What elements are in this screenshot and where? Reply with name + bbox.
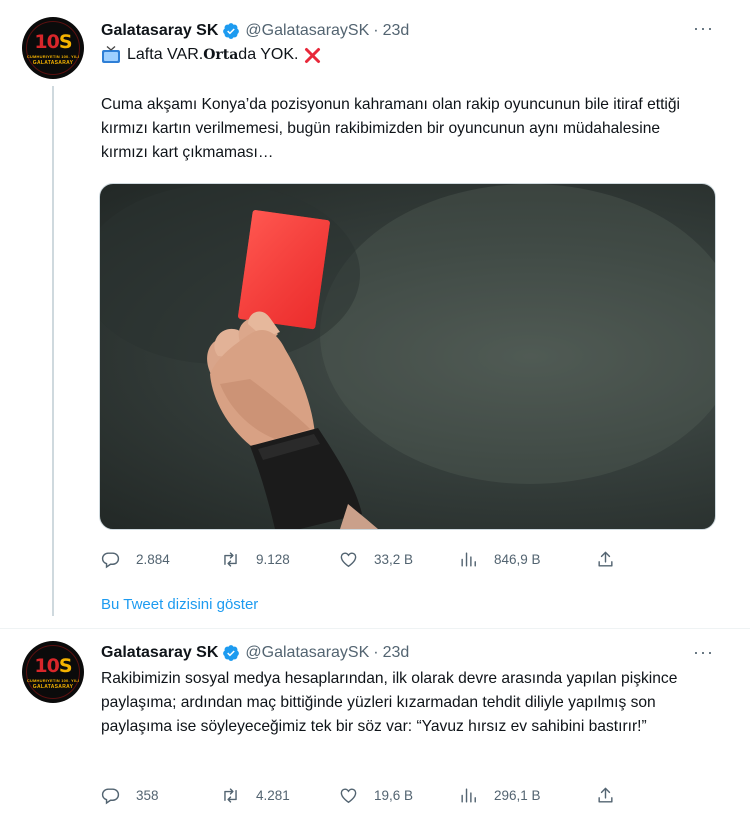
avatar-caption-1: CUMHURIYETIN 100. YILI (26, 54, 80, 59)
retweet-count: 9.128 (256, 551, 290, 567)
separator-dot: · (373, 644, 379, 661)
like-button[interactable]: 19,6 B (339, 784, 413, 806)
share-button[interactable] (596, 784, 631, 806)
red-x-icon (305, 47, 321, 63)
headline-part-2: Orta (203, 47, 239, 63)
views-icon (461, 551, 476, 567)
tweet-header: Galatasaray SK @GalatasaraySK · 23d (101, 641, 409, 665)
tweet-headline: Lafta VAR. Orta da YOK. (101, 46, 321, 64)
reply-count: 2.884 (136, 551, 170, 567)
tweet-2[interactable]: 10S CUMHURIYETIN 100. YILI GALATASARAY G… (0, 630, 750, 827)
tweet-time[interactable]: 23d (383, 22, 410, 40)
avatar[interactable]: 10S CUMHURIYETIN 100. YILI GALATASARAY (22, 17, 84, 79)
reply-button[interactable]: 2.884 (101, 548, 170, 570)
verified-badge-icon (223, 23, 240, 39)
verified-badge-icon (223, 645, 240, 661)
retweet-button[interactable]: 9.128 (221, 548, 290, 570)
tweet-text: Rakibimizin sosyal medya hesaplarından, … (101, 670, 678, 735)
tweet-1[interactable]: 10S CUMHURIYETIN 100. YILI GALATASARAY G… (0, 0, 750, 590)
avatar-caption-2: GALATASARAY (32, 60, 74, 66)
reply-icon (101, 787, 120, 804)
like-icon (340, 551, 357, 567)
avatar-caption-1: CUMHURIYETIN 100. YILI (26, 678, 80, 683)
more-icon[interactable]: ··· (693, 642, 714, 663)
tweet-image[interactable] (99, 183, 716, 530)
avatar[interactable]: 10S CUMHURIYETIN 100. YILI GALATASARAY (22, 641, 84, 703)
tweet-text: Cuma akşamı Konya’da pozisyonun kahraman… (101, 96, 681, 161)
reply-button[interactable]: 358 (101, 784, 159, 806)
headline-part-3: da YOK. (238, 46, 299, 63)
thread-connector-line (52, 86, 54, 616)
tv-icon (102, 46, 120, 63)
like-count: 19,6 B (374, 787, 414, 803)
like-button[interactable]: 33,2 B (339, 548, 413, 570)
author-handle[interactable]: @GalatasaraySK (245, 22, 369, 40)
headline-part-1: Lafta VAR. (127, 46, 204, 63)
retweet-icon (224, 787, 237, 803)
like-count: 33,2 B (374, 551, 414, 567)
share-button[interactable] (596, 548, 631, 570)
views-button[interactable]: 846,9 B (459, 548, 541, 570)
tweet-header: Galatasaray SK @GalatasaraySK · 23d (101, 19, 409, 43)
retweet-count: 4.281 (256, 787, 290, 803)
avatar-logo-number: 10S (34, 655, 72, 677)
author-handle[interactable]: @GalatasaraySK (245, 644, 369, 662)
views-count: 846,9 B (494, 551, 541, 567)
author-name[interactable]: Galatasaray SK (101, 22, 218, 40)
avatar-logo-number: 10S (34, 31, 72, 53)
retweet-button[interactable]: 4.281 (221, 784, 290, 806)
referee-red-card-image (100, 184, 715, 529)
tweet-time[interactable]: 23d (383, 644, 410, 662)
views-button[interactable]: 296,1 B (459, 784, 541, 806)
retweet-icon (224, 551, 237, 567)
show-thread-link[interactable]: Bu Tweet dizisini göster (101, 596, 258, 613)
reply-icon (101, 551, 120, 568)
views-icon (461, 787, 476, 803)
more-icon[interactable]: ··· (693, 18, 714, 39)
separator-dot: · (373, 22, 379, 39)
tweet-divider (0, 628, 750, 629)
share-icon (598, 787, 613, 803)
author-name[interactable]: Galatasaray SK (101, 644, 218, 662)
like-icon (340, 787, 357, 803)
reply-count: 358 (136, 787, 159, 803)
avatar-caption-2: GALATASARAY (32, 684, 74, 690)
share-icon (598, 551, 613, 567)
views-count: 296,1 B (494, 787, 541, 803)
